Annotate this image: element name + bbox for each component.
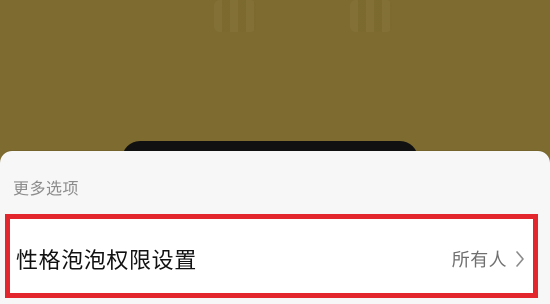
- background-decoration: [350, 0, 392, 32]
- option-value: 所有人: [451, 250, 507, 271]
- background-decoration: [214, 0, 256, 32]
- personality-bubble-permission-row[interactable]: 性格泡泡权限设置 所有人: [5, 214, 538, 298]
- screen: 更多选项 性格泡泡权限设置 所有人: [0, 0, 550, 304]
- chevron-right-icon: [515, 250, 525, 268]
- option-label: 性格泡泡权限设置: [16, 249, 197, 274]
- sheet-title: 更多选项: [13, 179, 80, 198]
- more-options-sheet: 更多选项 性格泡泡权限设置 所有人: [0, 151, 550, 304]
